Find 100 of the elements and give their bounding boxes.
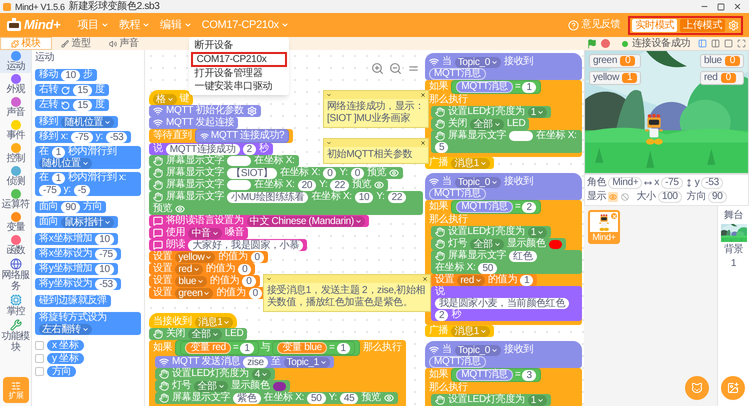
block-input[interactable]: 红色 [509, 250, 537, 262]
code-block[interactable]: 设置LED灯亮度为 1 [431, 106, 552, 118]
block-input[interactable]: 20 [298, 180, 316, 190]
block-dropdown[interactable]: 鼠标指针 [61, 216, 114, 228]
block-dropdown[interactable]: 左右翻转 [39, 324, 92, 335]
block-input[interactable]: 5 [435, 142, 448, 153]
block-input[interactable]: 1 [52, 146, 65, 158]
block-dropdown[interactable]: Topic_0 [454, 344, 502, 356]
comment-card[interactable]: 网络连接成功，显示：[SIOT ]MU业务画家 [323, 90, 429, 128]
block-input[interactable]: 0 [350, 168, 364, 178]
code-block[interactable]: 屏幕显示文字 小MU绘图练练看 在坐标 X: 10 Y: 22 预览 [149, 191, 423, 215]
block-input[interactable]: 90 [61, 202, 80, 212]
code-block[interactable]: 移动 10 步 [35, 69, 97, 81]
code-block[interactable]: 灯号 全部 显示颜色 [431, 238, 566, 250]
if-block[interactable]: 如果 MQTT消息 = 3 那么执行 设置LED灯亮度为 1 [425, 368, 582, 406]
block-input[interactable]: 1 [240, 342, 254, 354]
boolean-block[interactable]: MQTT消息 = 1 [451, 80, 541, 94]
block-input[interactable]: 3 [522, 370, 536, 380]
code-block[interactable]: 设置LED灯亮度为 1 [431, 394, 552, 406]
category-item[interactable]: 声音 [0, 96, 31, 119]
code-block[interactable]: 屏幕显示文字 在坐标 X: 20 Y: 22 预览 [149, 179, 388, 191]
block-input[interactable]: 22 [330, 180, 349, 190]
block-input[interactable]: MQTT连接成功 [166, 144, 240, 154]
block-input[interactable]: 10 [354, 192, 374, 202]
block-input[interactable]: -75 [71, 132, 93, 142]
code-block[interactable]: 屏幕显示文字 在坐标 X: 5 [431, 130, 582, 153]
code-block[interactable]: 设置LED灯亮度为 4 [155, 368, 276, 380]
block-input[interactable]: 1 [522, 82, 536, 92]
block-input[interactable]: 0 [248, 288, 262, 298]
code-block[interactable]: 将x坐标设为 -75 [35, 248, 121, 260]
code-block[interactable]: 设置LED灯亮度为 1 [431, 226, 552, 238]
block-dropdown[interactable]: 1 [528, 226, 548, 238]
block-input[interactable]: 小MU绘图练练看 [227, 192, 308, 202]
block-input[interactable]: 2 [242, 144, 256, 154]
boolean-block[interactable]: 变量 blue = 1 [272, 341, 355, 355]
category-item[interactable]: 掌控 [0, 293, 31, 318]
block-dropdown[interactable]: 1 [528, 394, 548, 406]
block-dropdown[interactable]: 随机位置 [61, 116, 114, 128]
block-dropdown[interactable]: 中文 Chinese (Mandarin) [246, 216, 365, 226]
code-block[interactable]: 屏幕显示文字 【SIOT】 在坐标 X: 0 Y: 0 预览 [149, 167, 404, 179]
code-block[interactable]: 设置 red 的值为 1 [431, 274, 538, 286]
menu-option[interactable]: 一键安装串口驱动 [188, 80, 289, 93]
menu-option[interactable]: 打开设备管理器 [188, 67, 289, 80]
menu-option[interactable]: COM17-CP210x [190, 52, 287, 67]
code-block[interactable]: 设置 yellow 的值为 0 [149, 251, 268, 263]
boolean-block[interactable]: MQTT消息 = 3 [451, 368, 541, 382]
comment-card[interactable]: 接受消息1，发送主题 2，zise,初始相关数值，播放红色加蓝色是紫色。 [263, 274, 431, 312]
block-input[interactable]: 0 [250, 252, 264, 262]
category-item[interactable]: 变量 [0, 211, 31, 234]
block-input[interactable]: 2 [522, 202, 536, 212]
if-block[interactable]: 如果 变量 red = 1 与 变量 blue = 1 那么执行 MQTT 发送消息 zise 至 Topic_1 设置LED灯亮度为 4 灯号 全部 显示颜色 屏幕显示文字 紫色 在坐标 X: 50 Y: 45 预览 [149, 340, 406, 406]
code-block[interactable]: 说 MQTT连接成功 2 秒 [149, 143, 273, 155]
category-item[interactable]: 函数 [0, 234, 31, 257]
code-block[interactable]: 在 1 秒内滑行到 x: -75 y: -5 [35, 172, 141, 196]
code-block[interactable]: 将朗读语言设置为 中文 Chinese (Mandarin) [149, 215, 369, 227]
code-block[interactable]: 右转 15 度 [35, 84, 109, 96]
block-dropdown[interactable]: 4 [252, 368, 272, 380]
block-input[interactable]: 45 [340, 392, 358, 404]
block-dropdown[interactable]: Topic_0 [454, 176, 502, 188]
editor-tab[interactable]: 声音 [100, 37, 148, 50]
block-input[interactable]: 0 [238, 264, 252, 274]
block-input[interactable]: -75 [39, 184, 61, 196]
editor-tab[interactable]: 造型 [52, 37, 100, 50]
block-input[interactable]: 10 [95, 264, 114, 274]
code-block[interactable]: 灯号 全部 显示颜色 [155, 380, 290, 392]
block-input[interactable]: 0 [242, 276, 256, 286]
block-input[interactable]: 0 [323, 168, 336, 178]
block-input[interactable]: 15 [73, 100, 92, 110]
x-field[interactable]: -75 [661, 177, 683, 189]
block-input[interactable]: 1 [336, 342, 350, 354]
block-input[interactable]: zise [243, 356, 268, 368]
block-input[interactable]: 2 [435, 310, 448, 320]
category-item[interactable]: 功能模块 [0, 318, 31, 354]
boolean-block[interactable]: MQTT消息 = 2 [451, 200, 541, 214]
code-block[interactable]: 屏幕显示文字 红色 在坐标 X: 50 [431, 250, 582, 274]
boolean-block[interactable]: 变量 red = 1 与 变量 blue = 1 [175, 340, 360, 356]
code-block[interactable]: 当 Topic_0 接收到 MQTT消息 [425, 341, 582, 368]
size-field[interactable]: 100 [658, 191, 682, 203]
code-block[interactable]: 设置 green 的值为 0 [149, 287, 266, 299]
block-input[interactable]: 10 [61, 70, 80, 80]
block-input[interactable]: 50 [307, 392, 326, 404]
code-block[interactable]: 移到 x: -75 y: -53 [35, 131, 132, 143]
block-input[interactable]: 22 [388, 192, 406, 202]
block-input[interactable]: 【SIOT】 [227, 168, 277, 178]
code-block[interactable]: 朗读 大家好，我是圆家，小慕 [149, 239, 308, 251]
code-block[interactable]: 移到 随机位置 [35, 116, 118, 128]
category-item[interactable]: 运动 [0, 50, 31, 73]
block-input[interactable]: 15 [73, 84, 92, 96]
category-item[interactable]: 外观 [0, 73, 31, 96]
block-dropdown[interactable]: 随机位置 [39, 158, 92, 169]
block-input[interactable]: 1 [52, 172, 65, 184]
block-input[interactable]: -53 [95, 278, 117, 290]
category-item[interactable]: 侦测 [0, 165, 31, 188]
block-input[interactable]: -5 [74, 184, 90, 196]
block-dropdown[interactable]: 全部 [470, 118, 504, 130]
code-block[interactable]: 将旋转方式设为 左右翻转 [35, 312, 141, 335]
sprite-name-field[interactable]: Mind+ [608, 177, 642, 189]
y-field[interactable]: -53 [701, 177, 723, 189]
code-block[interactable]: 面向 90 方向 [35, 201, 106, 213]
code-block[interactable]: 关闭 全部 LED [149, 328, 248, 340]
